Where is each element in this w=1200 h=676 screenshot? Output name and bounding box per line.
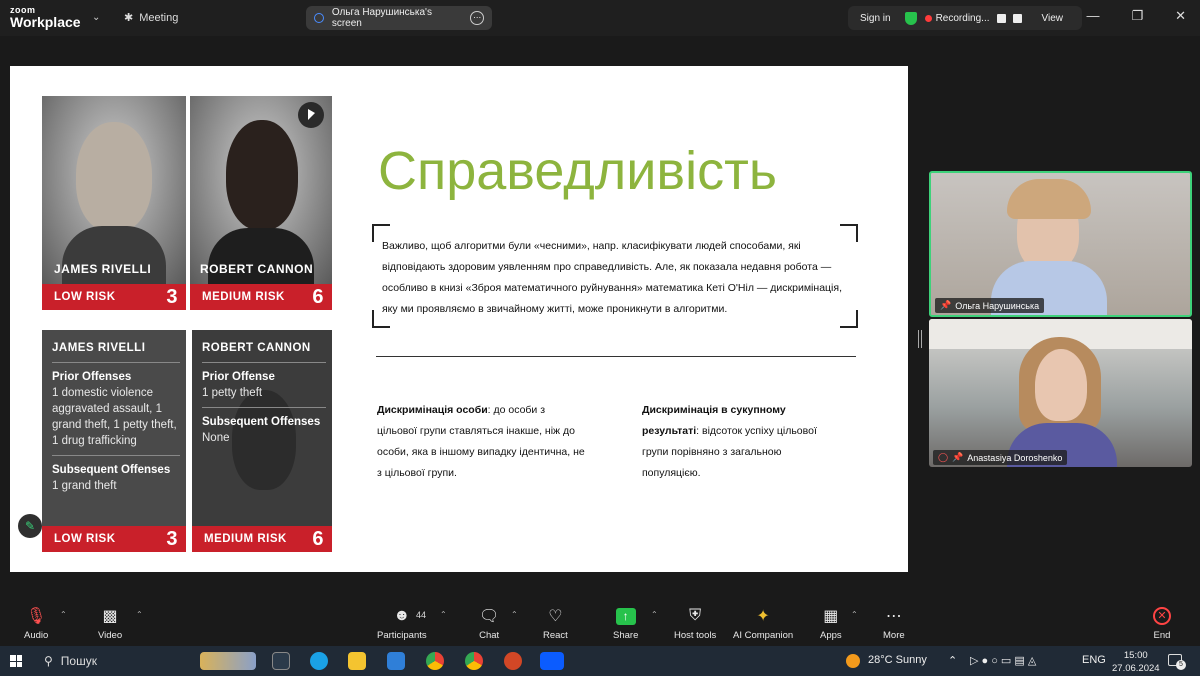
search-icon: ⚲ xyxy=(44,654,53,668)
participant-name-label: ◯ 📌 Anastasiya Doroshenko xyxy=(933,450,1068,465)
pin-icon: 📌 xyxy=(940,300,952,310)
quote-text: Важливо, щоб алгоритми були «чесними», н… xyxy=(382,240,842,315)
more-icon: ⋯ xyxy=(885,608,902,625)
share-dot-icon xyxy=(314,13,324,23)
ai-companion-button[interactable]: ✦ AI Companion xyxy=(733,606,793,641)
host-tools-button[interactable]: ⛨ Host tools xyxy=(674,606,716,641)
participants-options-caret[interactable]: ⌃ xyxy=(440,610,447,619)
risk-bar: LOW RISK 3 xyxy=(42,526,186,552)
more-icon[interactable]: ⋯ xyxy=(470,11,484,25)
record-dot-icon xyxy=(924,14,932,22)
chat-icon: 🗨 xyxy=(479,608,500,625)
windows-taskbar: ⚲ Пошук 28°C Sunny ⌃ ▷ ● ○ ▭ ▤ ◬ ENG 15:… xyxy=(0,646,1200,676)
risk-card-cannon-top: ROBERT CANNON MEDIUM RISK 6 xyxy=(190,96,332,310)
search-highlight-image[interactable] xyxy=(200,652,256,670)
video-options-caret[interactable]: ⌃ xyxy=(136,610,143,619)
definition-individual: Дискримінація особи: до особи з цільової… xyxy=(377,404,585,479)
zoom-logo: zoom Workplace xyxy=(10,5,81,30)
end-button[interactable]: ✕ End xyxy=(1153,606,1171,641)
chevron-down-icon[interactable]: ⌄ xyxy=(92,12,100,23)
windows-start-icon[interactable] xyxy=(10,655,22,667)
meeting-toolbar: 🎙 Audio ⌃ ▩ Video ⌃ ☻ Participants 44 ⌃ … xyxy=(0,600,1200,646)
participant-name-label: 📌 Ольга Нарушинська xyxy=(935,298,1045,313)
close-icon[interactable]: ✕ xyxy=(1175,8,1186,24)
language-indicator[interactable]: ENG xyxy=(1082,654,1106,666)
muted-mic-icon: ◯ xyxy=(938,452,949,462)
title-bar: zoom Workplace ⌄ ✱ Meeting Ольга Нарушин… xyxy=(0,0,1200,36)
chrome-profile-icon[interactable] xyxy=(465,652,483,670)
sparkle-icon: ✦ xyxy=(756,608,770,625)
file-explorer-icon[interactable] xyxy=(348,652,366,670)
chat-button[interactable]: 🗨 Chat xyxy=(479,606,499,641)
tray-icons[interactable]: ▷ ● ○ ▭ ▤ ◬ xyxy=(970,654,1036,667)
shared-slide: JAMES RIVELLI LOW RISK 3 ROBERT CANNON M… xyxy=(10,66,908,572)
risk-bar: LOW RISK 3 xyxy=(42,284,186,310)
weather-text[interactable]: 28°C Sunny xyxy=(868,654,927,666)
pin-icon: 📌 xyxy=(952,452,964,462)
paw-icon: ✱ xyxy=(124,12,134,24)
chrome-icon[interactable] xyxy=(426,652,444,670)
risk-bar: MEDIUM RISK 6 xyxy=(192,526,332,552)
share-options-caret[interactable]: ⌃ xyxy=(651,610,658,619)
mail-icon[interactable] xyxy=(387,652,405,670)
powerpoint-icon[interactable] xyxy=(504,652,522,670)
minimize-icon[interactable]: — xyxy=(1086,8,1099,24)
panel-resize-handle[interactable] xyxy=(918,330,922,348)
shield-icon: ⛨ xyxy=(689,607,702,624)
annotate-pen-icon[interactable]: ✎ xyxy=(18,514,42,538)
taskbar-search[interactable]: ⚲ Пошук xyxy=(44,654,97,668)
video-tile-anastasiya[interactable]: ◯ 📌 Anastasiya Doroshenko xyxy=(929,319,1192,467)
stop-icon[interactable] xyxy=(1012,13,1022,23)
screen-share-indicator[interactable]: Ольга Нарушинська's screen ⋯ xyxy=(306,6,492,30)
divider xyxy=(376,356,856,357)
zoom-taskbar-icon[interactable] xyxy=(540,652,564,670)
edge-icon[interactable] xyxy=(310,652,328,670)
participants-count: 44 xyxy=(416,610,427,620)
risk-bar: MEDIUM RISK 6 xyxy=(190,284,332,310)
weather-sun-icon[interactable] xyxy=(846,654,860,668)
react-button[interactable]: ♡ React xyxy=(543,606,568,641)
quote-box: Важливо, щоб алгоритми були «чесними», н… xyxy=(372,224,858,328)
muted-mic-icon: 🎙 xyxy=(26,608,47,625)
apps-button[interactable]: ▦ Apps xyxy=(820,606,842,641)
audio-button[interactable]: 🎙 Audio xyxy=(24,606,48,641)
chat-options-caret[interactable]: ⌃ xyxy=(511,610,518,619)
slide-title: Справедливість xyxy=(378,141,777,201)
tray-chevron-icon[interactable]: ⌃ xyxy=(948,654,957,667)
clock[interactable]: 15:00 27.06.2024 xyxy=(1112,649,1160,675)
pointer-icon[interactable] xyxy=(298,102,324,128)
meeting-menu[interactable]: ✱ Meeting xyxy=(124,11,178,25)
task-view-icon[interactable] xyxy=(272,652,290,670)
shield-icon[interactable] xyxy=(904,11,917,25)
risk-card-cannon-bottom: ROBERT CANNON Prior Offense 1 petty thef… xyxy=(192,330,332,552)
participants-icon: ☻ xyxy=(393,607,411,624)
video-button[interactable]: ▩ Video xyxy=(98,606,122,641)
audio-options-caret[interactable]: ⌃ xyxy=(60,610,67,619)
restore-icon[interactable]: ❐ xyxy=(1131,8,1143,24)
top-right-controls: Sign in Recording... View xyxy=(848,6,1082,30)
definition-aggregate: Дискримінація в сукупному результаті: ві… xyxy=(642,404,817,479)
apps-options-caret[interactable]: ⌃ xyxy=(851,610,858,619)
window-controls: — ❐ ✕ xyxy=(1086,8,1186,24)
apps-icon: ▦ xyxy=(823,608,839,625)
sign-in-button[interactable]: Sign in xyxy=(848,13,905,24)
share-arrow-icon: ↑ xyxy=(615,607,636,625)
view-button[interactable]: View xyxy=(1042,13,1064,24)
risk-card-rivelli-top: JAMES RIVELLI LOW RISK 3 xyxy=(42,96,186,310)
pause-icon[interactable] xyxy=(996,13,1006,23)
share-button[interactable]: ↑ Share xyxy=(613,606,638,641)
risk-card-rivelli-bottom: JAMES RIVELLI Prior Offenses 1 domestic … xyxy=(42,330,186,552)
more-button[interactable]: ⋯ More xyxy=(883,606,905,641)
camera-icon: ▩ xyxy=(102,608,118,625)
end-x-icon: ✕ xyxy=(1153,607,1171,625)
video-tile-olha[interactable]: 📌 Ольга Нарушинська xyxy=(929,171,1192,317)
recording-indicator[interactable]: Recording... xyxy=(924,13,1022,24)
mugshot-photo xyxy=(42,96,186,284)
heart-icon: ♡ xyxy=(548,608,563,625)
notification-icon[interactable]: 5 xyxy=(1168,654,1186,670)
